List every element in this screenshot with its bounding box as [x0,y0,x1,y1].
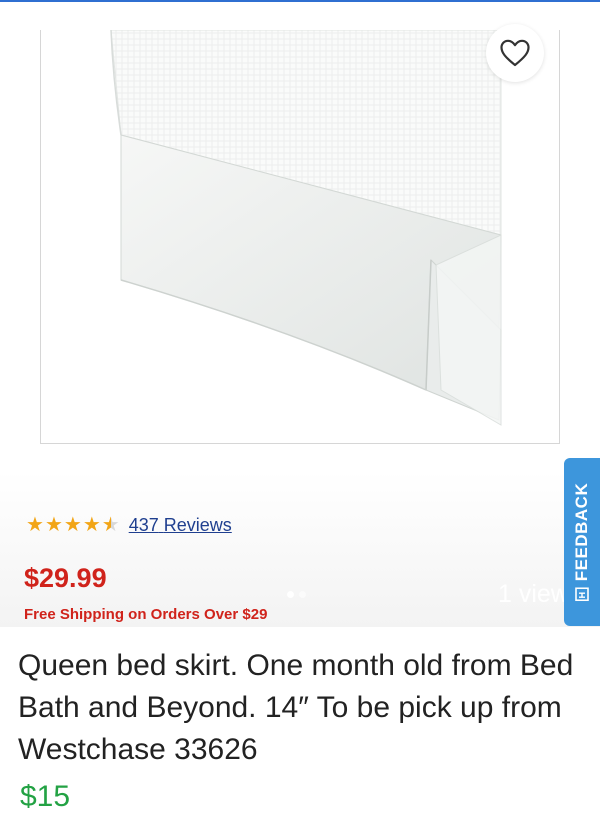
product-image[interactable]: ★ ★ ★ ★ ★ 437 Reviews $29.99 Free Shippi… [0,2,600,627]
star-icon: ★ [101,514,120,536]
reviews-count: 437 [128,514,159,535]
product-rating: ★ ★ ★ ★ ★ 437 Reviews [26,514,232,536]
listing-description: Queen bed skirt. One month old from Bed … [18,649,574,766]
listing-price: $15 [20,780,71,813]
reviews-link[interactable]: 437 Reviews [129,515,232,536]
view-count: 1 view [498,580,569,608]
product-price: $29.99 [24,563,107,593]
feedback-text: FEEDBACK [572,482,591,582]
reviews-label: Reviews [163,514,232,535]
bed-skirt-image [110,29,502,426]
gallery-pagination [287,591,306,598]
heart-icon [500,39,530,67]
gallery-dot[interactable] [299,591,306,598]
star-rating: ★ ★ ★ ★ ★ [26,514,121,536]
feedback-label: FEEDBACK [572,482,592,602]
image-frame [40,29,560,444]
gallery-dot-active[interactable] [287,591,294,598]
star-icon: ★ [26,514,44,536]
feedback-button[interactable]: FEEDBACK [564,458,600,626]
shipping-note: Free Shipping on Orders Over $29 [24,606,268,623]
star-icon: ★ [82,514,101,536]
star-icon: ★ [44,514,63,536]
star-icon: ★ [63,514,82,536]
feedback-icon [575,587,589,602]
favorite-button[interactable] [486,24,544,82]
